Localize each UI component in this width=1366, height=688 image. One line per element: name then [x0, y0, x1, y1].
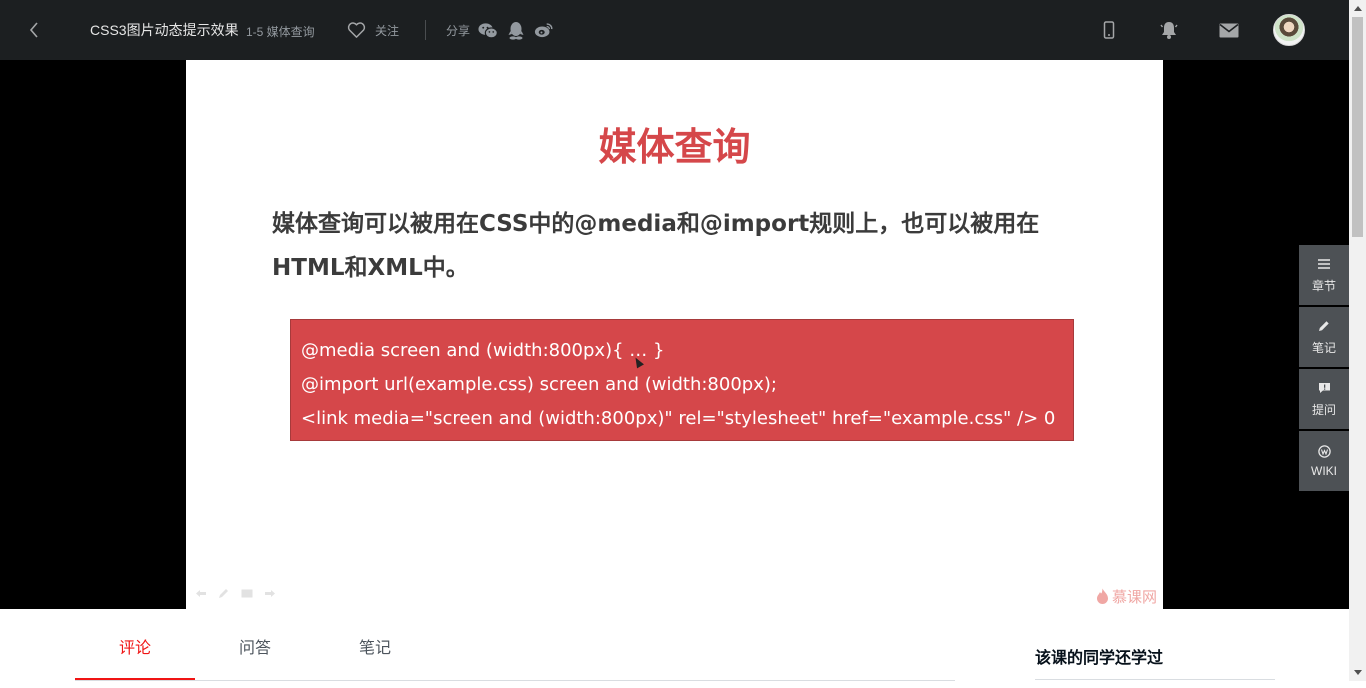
sidebar-item-label: 提问: [1311, 402, 1336, 417]
undo-icon[interactable]: [194, 588, 207, 598]
slide-title: 媒体查询: [598, 125, 751, 169]
top-bar: CSS3图片动态提示效果 1-5 媒体查询 关注 分享: [0, 0, 1349, 60]
scroll-down-icon[interactable]: [1349, 664, 1366, 681]
video-player[interactable]: 媒体查询 媒体查询可以被用在CSS中的@media和@import规则上，也可以…: [0, 60, 1349, 609]
pencil-icon: [1317, 319, 1331, 333]
scroll-up-icon[interactable]: [1349, 0, 1366, 17]
code-box: @media screen and (width:800px){ … } @im…: [290, 319, 1074, 441]
page-scrollbar[interactable]: [1349, 0, 1366, 681]
related-courses-title: 该课的同学还学过: [1035, 650, 1164, 667]
scrollbar-thumb[interactable]: [1352, 17, 1363, 237]
wechat-icon[interactable]: [478, 20, 498, 40]
back-icon[interactable]: [22, 18, 46, 42]
sidebar-item-label: 章节: [1311, 278, 1336, 293]
wiki-icon: [1317, 444, 1331, 458]
sidebar-item-notes[interactable]: 笔记: [1299, 307, 1349, 367]
share-group: 分享: [446, 19, 554, 41]
qq-icon[interactable]: [506, 20, 526, 40]
sidebar-item-label: WIKI: [1311, 464, 1337, 478]
content-tabs: 评论 问答 笔记: [75, 610, 955, 681]
watermark-label: 慕课网: [1111, 588, 1157, 606]
code-line: <link media="screen and (width:800px)" r…: [301, 408, 1056, 429]
pen-icon[interactable]: [217, 588, 230, 598]
sidebar-item-questions[interactable]: 提问: [1299, 369, 1349, 429]
sidebar-item-chapters[interactable]: 章节: [1299, 245, 1349, 305]
slide-description: 媒体查询可以被用在CSS中的@media和@import规则上，也可以被用在HT…: [272, 211, 1040, 281]
course-title: CSS3图片动态提示效果: [90, 22, 239, 38]
lesson-title: 1-5 媒体查询: [246, 24, 315, 39]
follow-button[interactable]: 关注: [347, 19, 399, 41]
screen-icon[interactable]: [240, 588, 253, 598]
tab-notes[interactable]: 笔记: [315, 610, 435, 680]
avatar[interactable]: [1273, 14, 1305, 46]
mail-icon[interactable]: [1217, 18, 1241, 42]
mobile-icon[interactable]: [1097, 18, 1121, 42]
watermark: 慕课网: [1096, 586, 1157, 607]
menu-icon: [1317, 257, 1331, 271]
sidebar-item-label: 笔记: [1311, 340, 1336, 355]
tab-qa[interactable]: 问答: [195, 610, 315, 680]
redo-icon[interactable]: [263, 588, 276, 598]
question-icon: [1317, 381, 1331, 395]
code-line: @media screen and (width:800px){ … }: [301, 340, 665, 361]
heart-icon: [347, 21, 366, 38]
bell-icon[interactable]: [1157, 18, 1181, 42]
code-line: @import url(example.css) screen and (wid…: [301, 374, 777, 395]
sidebar-item-wiki[interactable]: WIKI: [1299, 431, 1349, 491]
follow-label: 关注: [375, 23, 400, 38]
slide: 媒体查询 媒体查询可以被用在CSS中的@media和@import规则上，也可以…: [186, 60, 1163, 609]
tab-comments[interactable]: 评论: [75, 610, 195, 680]
divider: [425, 20, 426, 40]
slide-toolbar: [194, 588, 276, 598]
divider: [1035, 679, 1275, 680]
share-label: 分享: [446, 23, 471, 38]
side-panel: 章节 笔记 提问 WIKI: [1299, 245, 1349, 493]
weibo-icon[interactable]: [534, 20, 554, 40]
flame-icon: [1096, 588, 1108, 604]
